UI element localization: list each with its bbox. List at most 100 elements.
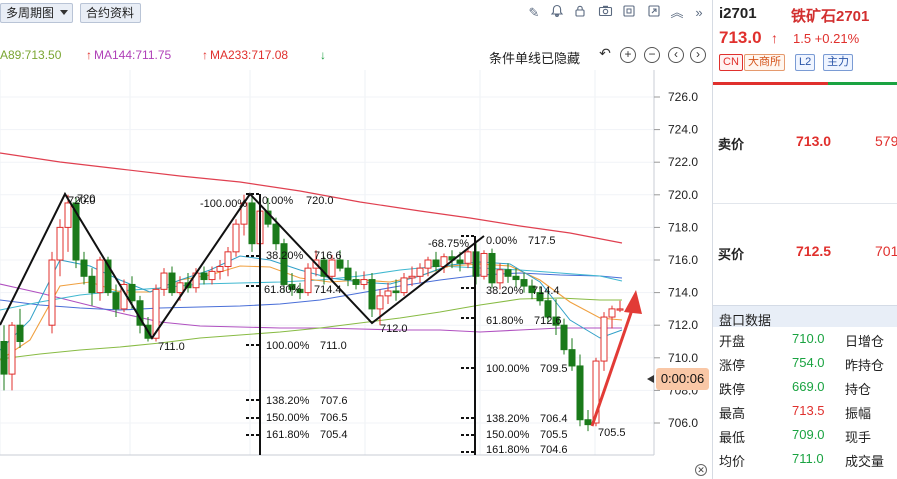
candle-body (600, 316, 608, 362)
candle-body (248, 202, 256, 245)
candle-body (392, 290, 400, 294)
bell-icon[interactable] (548, 4, 566, 22)
candle-body (224, 251, 232, 268)
price-tick-label: 718.0 (668, 220, 698, 234)
fib-label-neg100: -100.00% (200, 198, 247, 210)
candle-body (400, 277, 408, 294)
candle-body (0, 341, 8, 375)
camera-icon[interactable] (596, 4, 614, 22)
fib-label-val711: 711.0 (320, 340, 347, 352)
price-pointer-icon (647, 375, 654, 383)
kline-chart[interactable]: 726.0 724.0 722.0 720.0 718.0 716.0 714.0 712.0… (0, 70, 712, 470)
ask-price[interactable]: 713.0 (796, 133, 831, 149)
price-tick-label: 712.0 (668, 318, 698, 332)
candle-body (608, 308, 616, 318)
ma89-line (0, 297, 622, 360)
undo-icon[interactable]: ↶ (597, 46, 613, 63)
candle-body (168, 272, 176, 294)
pen-icon[interactable]: ✎ (525, 4, 543, 22)
scroll-right-icon[interactable]: › (690, 47, 706, 63)
stat-value: 713.5 (792, 403, 825, 418)
fib-label-pct1618-b: 161.80% (486, 444, 530, 456)
fib-label-neg6875: -68.75% (428, 238, 469, 250)
candle-body (568, 349, 576, 367)
scroll-left-icon[interactable]: ‹ (668, 47, 684, 63)
candle-body (176, 282, 184, 294)
price-change: 1.5 +0.21% (793, 31, 860, 46)
sell-strength-bar (828, 82, 897, 85)
kline-svg[interactable]: 726.0 724.0 722.0 720.0 718.0 716.0 714.0 712.0… (0, 70, 712, 470)
stat-label-secondary: 现手 (845, 430, 872, 445)
fib-label-val7065: 706.5 (320, 412, 348, 424)
stat-label-secondary: 振幅 (845, 406, 872, 421)
bid-price[interactable]: 712.5 (796, 243, 831, 259)
arrow-up-icon: ↑ (86, 48, 92, 62)
fib-label-low1: 711.0 (158, 341, 185, 353)
last-price: 713.0 (719, 28, 762, 47)
zoom-in-icon[interactable]: + (620, 47, 636, 63)
chevron-double-right-icon[interactable]: » (690, 4, 708, 22)
stat-value: 710.0 (792, 331, 825, 346)
candle-body (416, 267, 424, 277)
arrow-up-icon: ↑ (202, 48, 208, 62)
candle-body (208, 270, 216, 281)
candle-body (96, 259, 104, 294)
chevron-double-up-icon[interactable]: ︽ (668, 4, 686, 22)
close-icon[interactable]: ✕ (695, 464, 707, 476)
candle-body (360, 279, 368, 285)
stat-label: 最低 (719, 430, 746, 445)
tag-l2[interactable]: L2 (795, 54, 816, 71)
fib-label-pct150-a: 150.00% (266, 412, 310, 424)
stat-label-secondary: 日增仓 (845, 334, 885, 349)
fib-label-val7046: 704.6 (540, 444, 568, 456)
bid-label: 买价 (718, 247, 745, 262)
fib-label-val7095: 709.5 (540, 363, 568, 375)
candle-body (112, 292, 120, 310)
candle-body (272, 223, 280, 245)
tag-exchange: 大商所 (744, 54, 785, 71)
fib-label-peak1b: 720.0 (68, 195, 96, 207)
ma144-item: ↑ MA144:711.75 (86, 48, 171, 62)
orderbook-divider (713, 203, 897, 204)
fib-label-pct38-b: 38.20% (486, 285, 524, 297)
candle-body (616, 308, 624, 311)
candle-body (456, 259, 464, 264)
multi-period-dropdown[interactable]: 多周期图 (0, 3, 73, 23)
stat-label: 均价 (719, 454, 746, 469)
stat-label: 跌停 (719, 382, 746, 397)
symbol-name: 铁矿石2701 (791, 8, 870, 25)
fib-label-val7175: 717.5 (528, 235, 556, 247)
candle-body (232, 223, 240, 253)
fib-label-low2: 712.0 (380, 323, 408, 335)
contract-info-button[interactable]: 合约资料 (80, 3, 141, 23)
condition-order-hidden-text: 条件单线已隐藏 (489, 51, 581, 66)
chevron-down-icon (60, 10, 68, 15)
candlesticks (0, 194, 624, 432)
copy-window-icon[interactable] (620, 4, 638, 22)
lock-icon[interactable] (571, 4, 589, 22)
buy-strength-bar (713, 82, 828, 85)
export-icon[interactable] (645, 4, 663, 22)
candle-body (48, 259, 56, 326)
candle-body (408, 275, 416, 279)
ma-trend-arrow: ↓ (320, 48, 326, 62)
candle-body (56, 226, 64, 261)
period-label: 多周期图 (6, 6, 55, 20)
fib-label-pct0-a: 0.00% (262, 195, 293, 207)
bid-volume: 701 (875, 243, 897, 259)
disk-data-header[interactable]: 盘口数据 (713, 305, 897, 328)
arrow-up-icon: ↑ (771, 30, 778, 46)
fib-label-val7144-a: 714.4 (314, 284, 342, 296)
ma-legend: A89:713.50 ↑ MA144:711.75 ↑ MA233:717.08 ↓… (0, 44, 712, 66)
candle-body (384, 290, 392, 297)
zoom-out-icon[interactable]: − (644, 47, 660, 63)
price-tick-label: 710.0 (668, 351, 698, 365)
candle-body (304, 267, 312, 294)
candle-body (576, 365, 584, 421)
candle-body (80, 259, 88, 277)
fib-label-val7076: 707.6 (320, 395, 348, 407)
stat-label-secondary: 昨持仓 (845, 358, 885, 373)
fib-label-pct618-a: 61.80% (264, 284, 302, 296)
candle-body (424, 259, 432, 269)
arrow-down-icon: ↓ (320, 48, 326, 62)
